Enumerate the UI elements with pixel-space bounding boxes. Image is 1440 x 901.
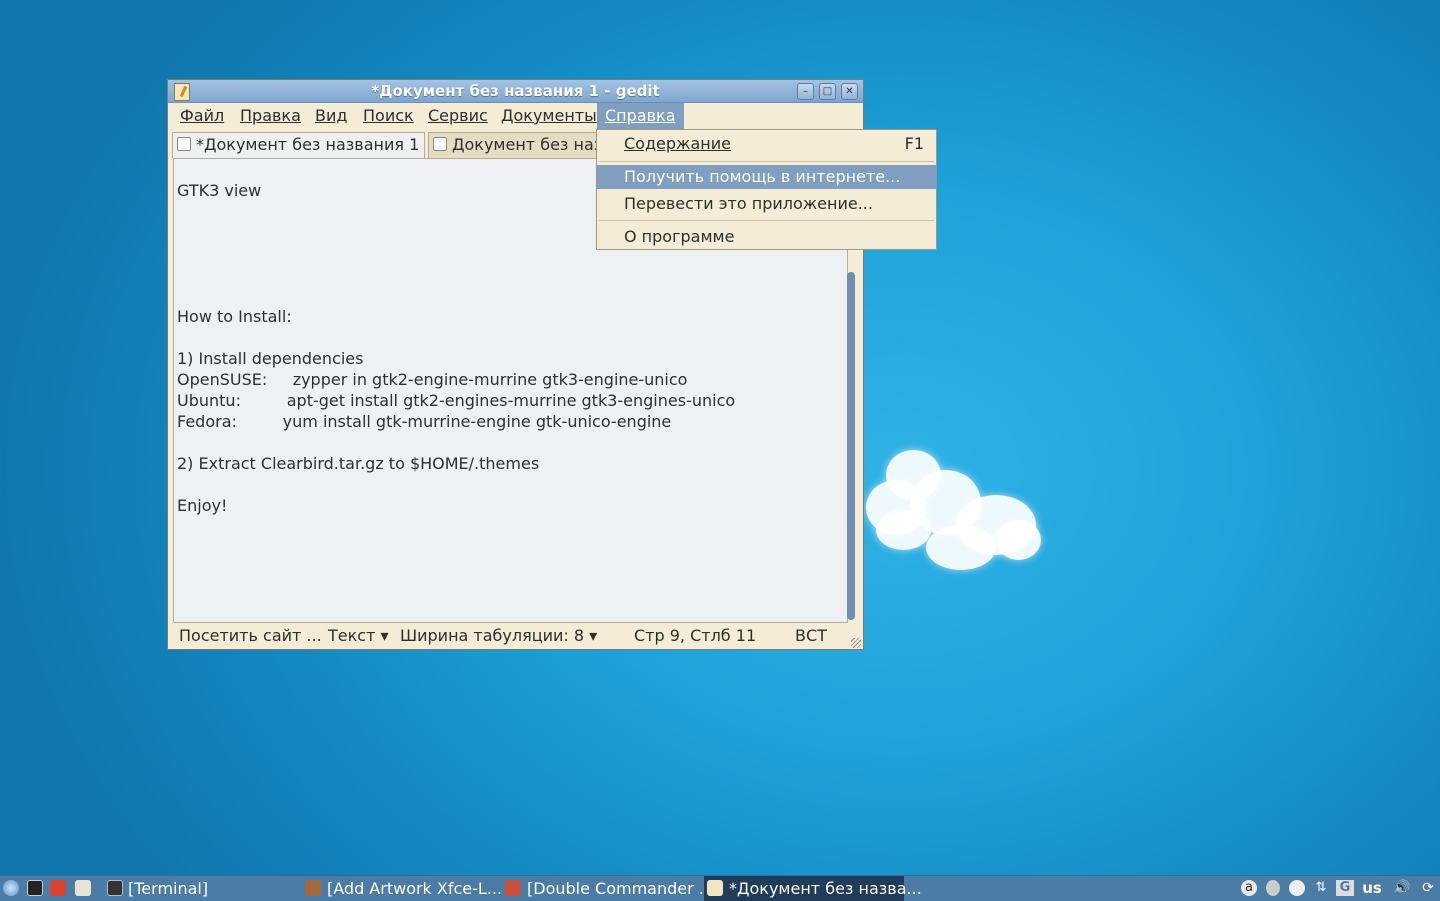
penguin-launcher-icon[interactable] <box>75 880 91 896</box>
editor-line: Enjoy! <box>177 496 228 515</box>
browser-icon <box>305 880 321 896</box>
menu-edit[interactable]: Правка <box>232 103 309 129</box>
task-label: [Add Artwork Xfce-L... <box>327 879 503 898</box>
menu-documents[interactable]: Документы <box>493 103 605 129</box>
double-commander-launcher-icon[interactable] <box>50 880 66 896</box>
power-icon[interactable]: ⟳ <box>1420 880 1436 896</box>
tab-label: Документ без назв <box>452 135 598 154</box>
menu-item-online-help[interactable]: Получить помощь в интернете... <box>597 165 936 189</box>
menu-view[interactable]: Вид <box>307 103 355 129</box>
task-gedit[interactable]: *Документ без назва... <box>704 876 922 901</box>
editor-line: Ubuntu: apt-get install gtk2-engines-mur… <box>177 391 736 410</box>
status-icon[interactable] <box>1266 880 1280 896</box>
editor-line: OpenSUSE: zypper in gtk2-engine-murrine … <box>177 370 688 389</box>
tab-width-selector[interactable]: Ширина табуляции: 8 ▾ <box>400 624 597 648</box>
insert-mode: ВСТ <box>795 626 827 645</box>
document-icon <box>177 137 191 151</box>
terminal-icon <box>107 880 123 896</box>
task-label: [Double Commander ... <box>527 879 715 898</box>
task-label: [Terminal] <box>128 879 209 898</box>
double-commander-icon <box>505 880 521 896</box>
google-icon[interactable]: G <box>1336 880 1354 896</box>
menu-item-about[interactable]: О программе <box>597 225 936 249</box>
task-terminal[interactable]: [Terminal] <box>104 876 300 901</box>
title-bar[interactable]: *Документ без названия 1 - gedit – □ ✕ <box>168 80 863 103</box>
desktop-cloud <box>866 440 1051 580</box>
menu-item-translate[interactable]: Перевести это приложение... <box>597 192 936 216</box>
menu-bar: Файл Правка Вид Поиск Сервис Документы С… <box>168 103 863 129</box>
menu-item-contents[interactable]: Содержание F1 <box>597 132 936 156</box>
menu-separator <box>599 220 934 221</box>
minimize-button[interactable]: – <box>797 83 814 100</box>
network-icon[interactable]: ⇅ <box>1312 880 1330 896</box>
window-title: *Документ без названия 1 - gedit <box>371 82 660 100</box>
task-label: *Документ без назва... <box>729 879 922 898</box>
terminal-launcher-icon[interactable] <box>27 880 43 896</box>
language-selector[interactable]: Текст ▾ <box>328 624 389 648</box>
volume-icon[interactable]: 🔊 <box>1392 880 1412 896</box>
task-add-artwork[interactable]: [Add Artwork Xfce-L... <box>303 876 503 901</box>
task-double-commander[interactable]: [Double Commander ... <box>503 876 714 901</box>
cursor-position: Стр 9, Стлб 11 <box>634 626 757 645</box>
keyboard-layout[interactable]: us <box>1360 880 1384 896</box>
tab-document-1[interactable]: *Документ без названия 1✖ <box>172 132 425 158</box>
maximize-button[interactable]: □ <box>819 83 836 100</box>
editor-line: 2) Extract Clearbird.tar.gz to $HOME/.th… <box>177 454 540 473</box>
document-icon <box>433 137 447 151</box>
gedit-icon <box>707 880 723 896</box>
menu-help[interactable]: Справка <box>597 103 684 129</box>
close-button[interactable]: ✕ <box>841 83 858 100</box>
editor-line: 1) Install dependencies <box>177 349 364 368</box>
editor-line: Fedora: yum install gtk-murrine-engine g… <box>177 412 672 431</box>
status-bar: Посетить сайт ... Текст ▾ Ширина табуляц… <box>168 624 863 650</box>
menu-separator <box>599 161 934 162</box>
visit-site-link[interactable]: Посетить сайт ... <box>179 624 322 648</box>
tab-document-2[interactable]: Документ без назв <box>428 132 598 158</box>
updates-icon[interactable]: a <box>1241 880 1257 896</box>
menu-item-label: Содержание <box>624 134 731 153</box>
resize-grip[interactable] <box>851 638 861 648</box>
menu-item-label: О программе <box>624 227 735 246</box>
shortcut-label: F1 <box>904 134 924 153</box>
menu-file[interactable]: Файл <box>172 103 232 129</box>
menu-search[interactable]: Поиск <box>355 103 422 129</box>
vertical-scrollbar[interactable] <box>847 272 855 620</box>
editor-line: How to Install: <box>177 307 292 326</box>
taskbar: [Terminal] [Add Artwork Xfce-L... [Doubl… <box>0 875 1440 901</box>
tab-label: *Документ без названия 1 <box>196 135 420 154</box>
help-menu-dropdown: Содержание F1 Получить помощь в интернет… <box>596 129 937 250</box>
menu-tools[interactable]: Сервис <box>420 103 496 129</box>
chat-icon[interactable] <box>1289 880 1305 896</box>
editor-line: GTK3 view <box>177 181 267 200</box>
app-menu-icon[interactable] <box>3 880 19 896</box>
